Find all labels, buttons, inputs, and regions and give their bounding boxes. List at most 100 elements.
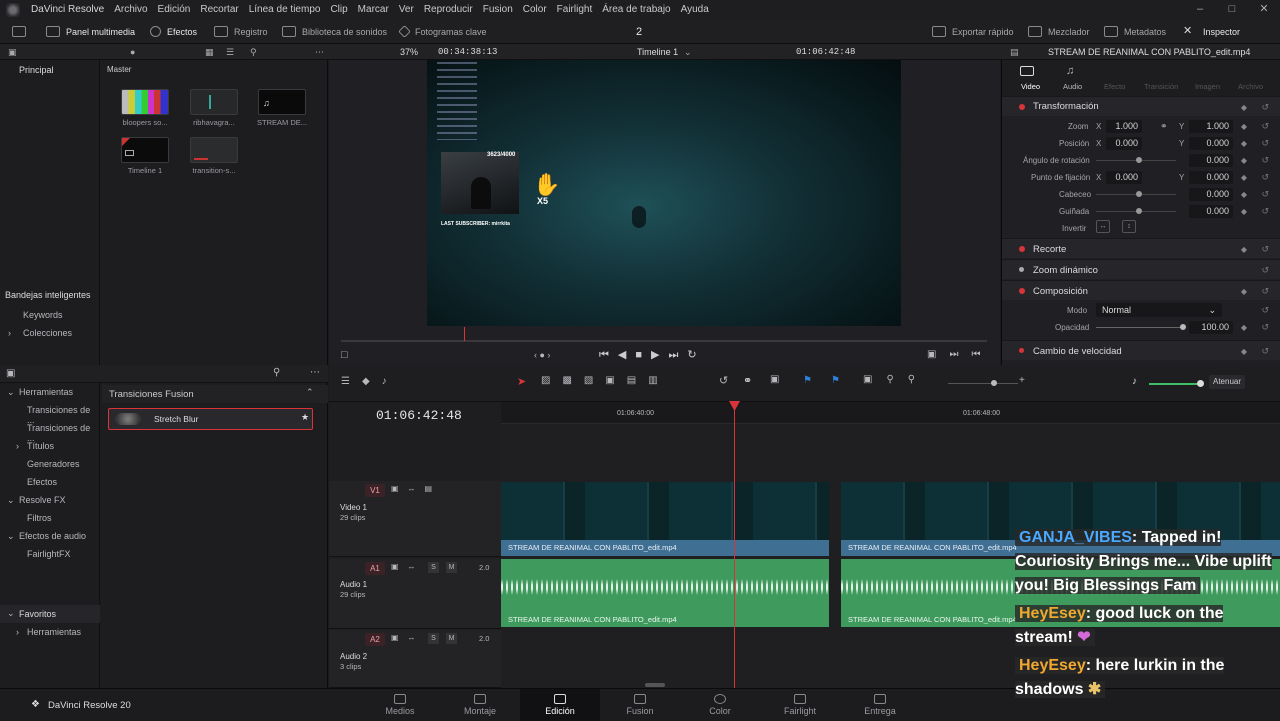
clip-thumbnail-timeline[interactable]: [121, 137, 169, 163]
enable-toggle[interactable]: [1019, 267, 1024, 272]
tab-video[interactable]: Video: [1021, 82, 1040, 91]
more-options-icon[interactable]: ⋯: [310, 367, 320, 378]
mute-button[interactable]: M: [446, 562, 457, 573]
search-icon[interactable]: ⚲: [250, 44, 257, 60]
link-icon[interactable]: ⚭: [1160, 121, 1168, 132]
slider-handle[interactable]: [1136, 208, 1142, 214]
menu-reproducir[interactable]: Reproducir: [419, 4, 478, 15]
panel-toggle-icon[interactable]: ▣: [8, 44, 17, 60]
selection-tool-icon[interactable]: ➤: [517, 375, 526, 388]
menu-fairlight[interactable]: Fairlight: [552, 4, 598, 15]
track-controls[interactable]: ▣↔: [391, 562, 425, 571]
keyframe-icon[interactable]: ◆: [1241, 103, 1247, 112]
opacity-slider[interactable]: [1096, 327, 1184, 328]
keyframe-icon[interactable]: ◆: [1241, 173, 1247, 182]
timeline-view-options[interactable]: ☰◆♪: [341, 376, 399, 387]
page-color[interactable]: Color: [690, 689, 750, 721]
flip-horizontal-icon[interactable]: ↔: [1096, 220, 1110, 233]
playhead-line[interactable]: [734, 409, 735, 688]
clip-thumbnail-transition[interactable]: [190, 137, 238, 163]
enable-toggle[interactable]: [1019, 246, 1025, 252]
anchor-y-field[interactable]: 0.000: [1189, 171, 1233, 184]
scrubber-playhead[interactable]: [464, 327, 465, 341]
reset-icon[interactable]: ↺: [1261, 265, 1269, 276]
keyframe-icon[interactable]: ◆: [1241, 156, 1247, 165]
menu-area-de-trabajo[interactable]: Área de trabajo: [597, 4, 675, 15]
star-icon[interactable]: ★: [301, 412, 309, 423]
bin-principal[interactable]: Principal: [19, 65, 54, 75]
tree-titulos[interactable]: Títulos: [27, 441, 54, 451]
keyframe-icon[interactable]: ◆: [1241, 287, 1247, 296]
tree-transiciones-audio[interactable]: Transiciones de ...: [27, 423, 99, 443]
page-cut[interactable]: Montaje: [450, 689, 510, 721]
menu-color[interactable]: Color: [518, 4, 552, 15]
chevron-down-icon[interactable]: ⌄: [684, 44, 692, 60]
menu-edicion[interactable]: Edición: [153, 4, 196, 15]
opacity-field[interactable]: 100.00: [1189, 321, 1233, 334]
sound-library-button[interactable]: Biblioteca de sonidos: [282, 19, 387, 44]
reset-icon[interactable]: ↺: [1261, 102, 1269, 113]
tree-resolve-fx[interactable]: Resolve FX: [19, 495, 66, 505]
transform-section-header[interactable]: Transformación ◆ ↺: [1002, 96, 1280, 116]
menu-marcar[interactable]: Marcar: [353, 4, 394, 15]
page-media[interactable]: Medios: [370, 689, 430, 721]
speed-section-header[interactable]: Cambio de velocidad ◆ ↺: [1002, 340, 1280, 360]
slider-handle[interactable]: [1180, 324, 1186, 330]
zoom-y-field[interactable]: 1.000: [1189, 120, 1233, 133]
solo-button[interactable]: S: [428, 633, 439, 644]
grid-view-icon[interactable]: ▦: [205, 44, 214, 60]
reset-icon[interactable]: ↺: [1261, 206, 1269, 217]
slider-handle[interactable]: [991, 380, 997, 386]
tree-efectos-audio[interactable]: Efectos de audio: [19, 531, 86, 541]
composite-mode-select[interactable]: Normal ⌄: [1096, 303, 1222, 317]
linked-selection-icon[interactable]: ⚭: [743, 374, 752, 387]
minimize-icon[interactable]: –: [1184, 0, 1216, 19]
enable-toggle[interactable]: [1019, 348, 1024, 353]
keyframe-icon[interactable]: ◆: [1241, 323, 1247, 332]
reset-icon[interactable]: ↺: [1261, 346, 1269, 357]
solo-button[interactable]: S: [428, 562, 439, 573]
layout-icon[interactable]: [12, 19, 26, 44]
search-icon[interactable]: ⚲: [273, 367, 280, 378]
track-tag[interactable]: A2: [365, 633, 385, 646]
track-tag[interactable]: A1: [365, 562, 385, 575]
track-controls[interactable]: ▣↔: [391, 633, 425, 642]
mixer-button[interactable]: Mezclador: [1028, 19, 1090, 44]
snapping-icon[interactable]: ↺: [719, 374, 728, 387]
marker-icon[interactable]: ⚑: [831, 375, 840, 386]
video-tab-icon[interactable]: [1020, 66, 1034, 76]
chevron-down-icon[interactable]: ⌄: [7, 531, 15, 542]
zoom-in-icon[interactable]: +: [1019, 375, 1025, 386]
reset-icon[interactable]: ↺: [1261, 189, 1269, 200]
timeline-scrollbar[interactable]: [645, 683, 665, 687]
rotation-field[interactable]: 0.000: [1189, 154, 1233, 167]
anchor-x-field[interactable]: 0.000: [1106, 171, 1142, 184]
edit-index-button[interactable]: Registro: [214, 19, 268, 44]
keyframes-button[interactable]: Fotogramas clave: [398, 19, 487, 44]
media-pool-button[interactable]: Panel multimedia: [46, 19, 135, 44]
edit-tools[interactable]: ▨▩▧▣▤▥: [541, 375, 670, 386]
reset-icon[interactable]: ↺: [1261, 155, 1269, 166]
zoom-tools[interactable]: ▣⚲⚲: [863, 374, 929, 385]
pitch-field[interactable]: 0.000: [1189, 188, 1233, 201]
timeline-ruler[interactable]: 01:06:40:00 01:06:48:00: [501, 402, 1280, 424]
inspector-panel-icon[interactable]: ▤: [1010, 44, 1019, 60]
scrubber-track[interactable]: [341, 340, 987, 342]
slider-handle[interactable]: [1136, 157, 1142, 163]
favorites-header[interactable]: ⌄ Favoritos: [0, 605, 100, 623]
audio-tab-icon[interactable]: ♫: [1066, 65, 1074, 77]
menu-ver[interactable]: Ver: [394, 4, 419, 15]
attenuate-button[interactable]: Atenuar: [1209, 375, 1246, 389]
reset-icon[interactable]: ↺: [1261, 121, 1269, 132]
tree-transiciones-video[interactable]: Transiciones de ...: [27, 405, 99, 425]
tree-generadores[interactable]: Generadores: [27, 459, 80, 469]
thumbnail-size-slider[interactable]: ●: [130, 44, 135, 60]
keyframe-icon[interactable]: ◆: [1241, 347, 1247, 356]
keyframe-icon[interactable]: ◆: [1241, 122, 1247, 131]
flip-vertical-icon[interactable]: ↕: [1122, 220, 1136, 233]
chevron-right-icon[interactable]: ›: [16, 441, 19, 451]
keyframe-icon[interactable]: ◆: [1241, 190, 1247, 199]
enable-toggle[interactable]: [1019, 104, 1025, 110]
chevron-right-icon[interactable]: ›: [8, 328, 11, 338]
panel-toggle-icon[interactable]: ▣: [6, 368, 15, 379]
